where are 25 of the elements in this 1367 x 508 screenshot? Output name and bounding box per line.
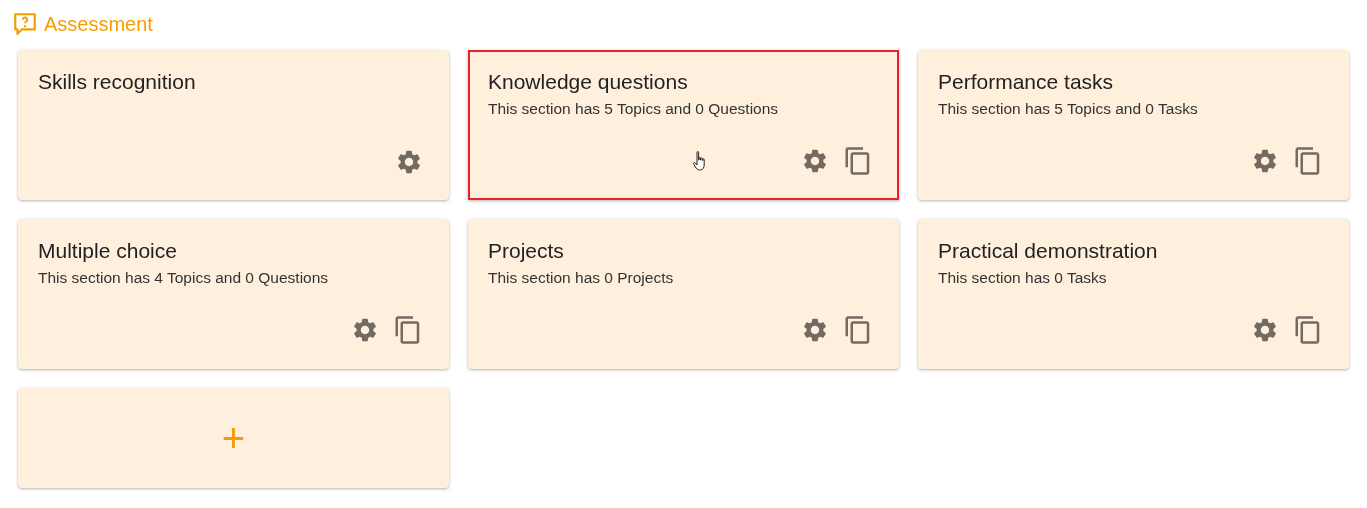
settings-icon[interactable] <box>395 148 423 176</box>
card-subtitle: This section has 0 Tasks <box>938 269 1108 287</box>
card-title: Projects <box>488 239 565 263</box>
settings-icon[interactable] <box>351 316 379 344</box>
settings-icon[interactable] <box>1251 147 1279 175</box>
settings-icon[interactable] <box>801 147 829 175</box>
section-card[interactable]: Practical demonstration This section has 0 Tasks <box>918 219 1349 369</box>
card-title: Multiple choice <box>38 239 178 263</box>
settings-icon[interactable] <box>1251 316 1279 344</box>
section-card[interactable]: Knowledge questions This section has 5 Topics and 0 Questions <box>468 50 899 200</box>
card-subtitle: This section has 0 Projects <box>488 269 675 287</box>
section-heading: Assessment <box>44 12 153 36</box>
card-subtitle: This section has 5 Topics and 0 Tasks <box>938 100 1199 118</box>
card-subtitle: This section has 4 Topics and 0 Questions <box>38 269 330 287</box>
question-bubble-icon <box>12 11 38 37</box>
section-card[interactable]: Skills recognition <box>18 50 449 200</box>
card-title: Skills recognition <box>38 70 197 94</box>
section-card[interactable]: Performance tasks This section has 5 Topics and 0 Tasks <box>918 50 1349 200</box>
card-subtitle: This section has 5 Topics and 0 Questions <box>488 100 780 118</box>
card-title: Knowledge questions <box>488 70 689 94</box>
section-card[interactable]: Projects This section has 0 Projects <box>468 219 899 369</box>
section-card[interactable]: Multiple choice This section has 4 Topics and 0 Questions <box>18 219 449 369</box>
card-title: Performance tasks <box>938 70 1115 94</box>
card-title: Practical demonstration <box>938 239 1159 263</box>
settings-icon[interactable] <box>801 316 829 344</box>
